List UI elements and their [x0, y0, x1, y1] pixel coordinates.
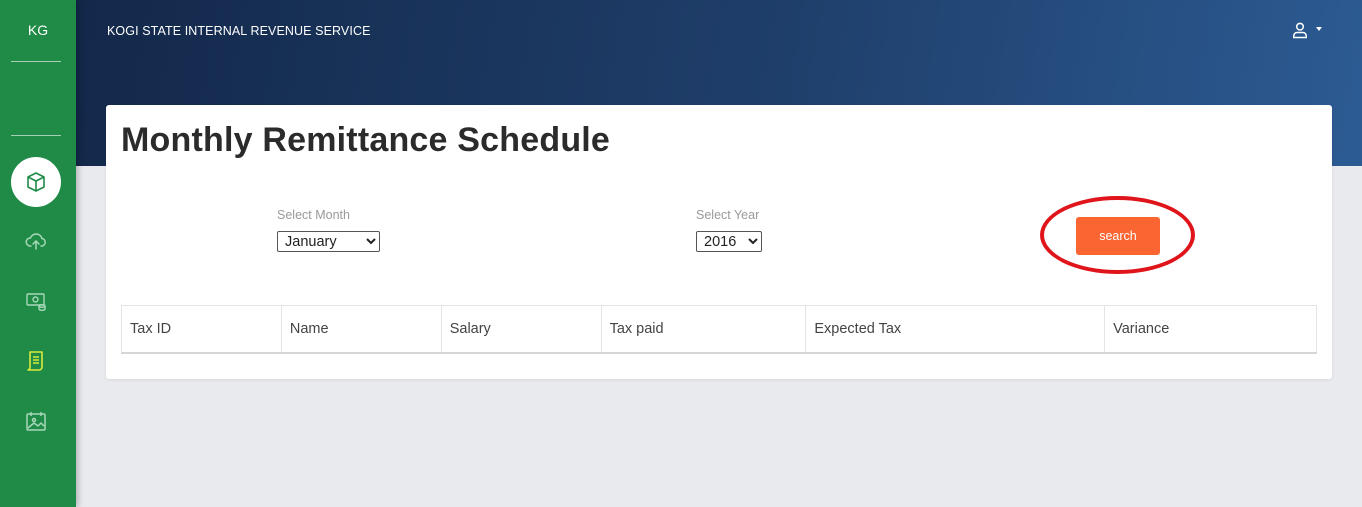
user-menu[interactable]: [1290, 20, 1322, 40]
column-header-expected-tax: Expected Tax: [805, 305, 1106, 354]
money-icon: [26, 293, 46, 311]
sidebar-item-payments[interactable]: [11, 276, 61, 326]
cloud-upload-icon: [25, 233, 46, 250]
month-select[interactable]: January: [277, 231, 380, 252]
year-select[interactable]: 2016: [696, 231, 762, 252]
year-label: Select Year: [696, 208, 760, 222]
chevron-down-icon: [1316, 27, 1322, 31]
sidebar-item-box[interactable]: [11, 157, 61, 207]
remittance-table: Tax ID Name Salary Tax paid Expected Tax…: [121, 305, 1317, 354]
search-button[interactable]: search: [1076, 217, 1160, 255]
receipt-icon: [27, 351, 43, 371]
month-label: Select Month: [277, 208, 350, 222]
sidebar-divider: [11, 135, 61, 136]
brand-initials: KG: [27, 22, 49, 38]
column-header-tax-paid: Tax paid: [600, 305, 807, 354]
sidebar: KG: [0, 0, 76, 507]
image-calendar-icon: [26, 412, 46, 431]
remittance-card: Monthly Remittance Schedule Select Month…: [106, 105, 1332, 379]
column-header-tax-id: Tax ID: [121, 305, 282, 354]
sidebar-item-upload[interactable]: [11, 216, 61, 266]
org-name: KOGI STATE INTERNAL REVENUE SERVICE: [107, 24, 371, 38]
sidebar-item-remittance[interactable]: [11, 336, 61, 386]
column-header-variance: Variance: [1104, 305, 1317, 354]
table-header-row: Tax ID Name Salary Tax paid Expected Tax…: [121, 305, 1317, 354]
user-icon: [1293, 22, 1307, 39]
sidebar-item-gallery[interactable]: [11, 396, 61, 446]
column-header-name: Name: [280, 305, 442, 354]
sidebar-divider-top: [11, 61, 61, 62]
box-icon: [27, 172, 45, 192]
column-header-salary: Salary: [440, 305, 602, 354]
page-title: Monthly Remittance Schedule: [121, 121, 611, 159]
